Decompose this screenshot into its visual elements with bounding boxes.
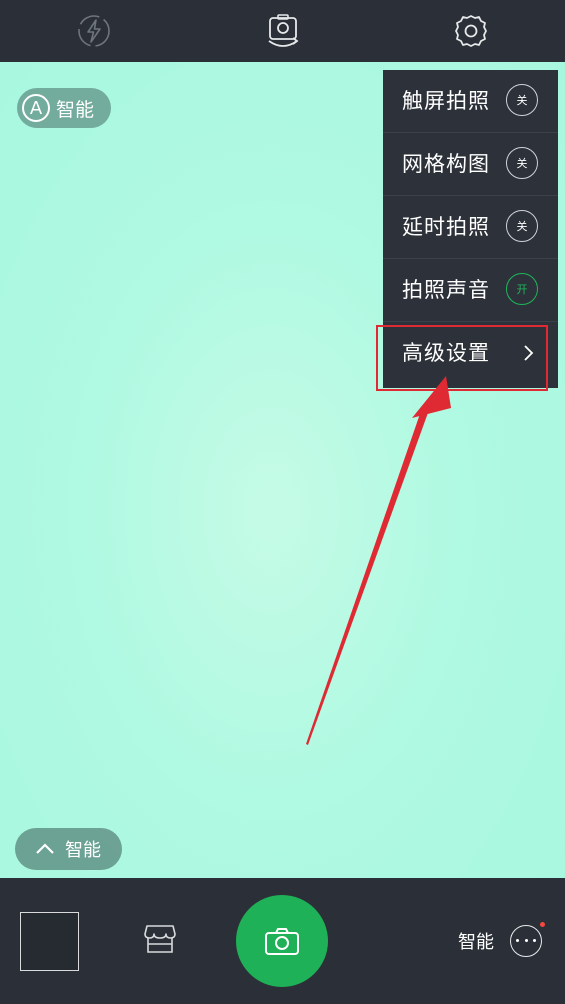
bottom-toolbar: 智能 [0, 878, 565, 1004]
more-icon[interactable] [510, 925, 542, 957]
gallery-thumbnail[interactable] [20, 912, 79, 971]
annotation-arrow [306, 376, 451, 745]
current-mode-label[interactable]: 智能 [458, 928, 494, 954]
camera-icon [265, 928, 299, 955]
shutter-button[interactable] [236, 895, 328, 987]
notification-dot [540, 922, 545, 927]
store-icon[interactable] [142, 922, 178, 956]
